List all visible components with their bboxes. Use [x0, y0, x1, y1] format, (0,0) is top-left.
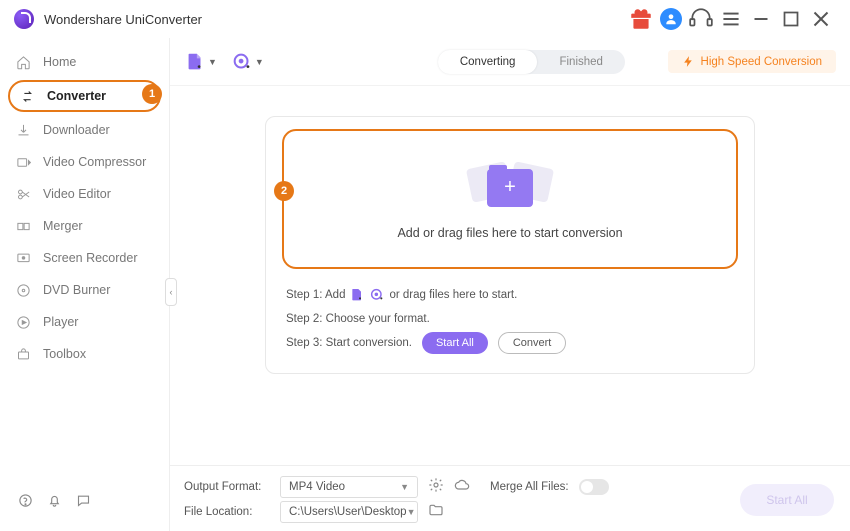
main-panel: ▼ ▼ Converting Finished High Speed Conve… [170, 38, 850, 531]
add-disc-mini-icon [369, 287, 385, 303]
dropzone-text: Add or drag files here to start conversi… [397, 226, 622, 240]
minimize-button[interactable] [748, 6, 774, 32]
sidebar-item-merger[interactable]: Merger [0, 210, 169, 242]
help-icon[interactable] [18, 493, 33, 513]
sidebar-item-label: Downloader [43, 123, 110, 137]
step-2: Step 2: Choose your format. [286, 307, 734, 331]
chevron-down-icon: ▼ [208, 57, 217, 67]
callout-badge-2: 2 [274, 181, 294, 201]
sidebar-item-downloader[interactable]: Downloader [0, 114, 169, 146]
sidebar-item-player[interactable]: Player [0, 306, 169, 338]
sidebar-item-editor[interactable]: Video Editor [0, 178, 169, 210]
start-all-footer-button[interactable]: Start All [740, 484, 834, 516]
support-icon[interactable] [688, 6, 714, 32]
sidebar-item-label: Converter [47, 89, 106, 103]
maximize-button[interactable] [778, 6, 804, 32]
file-location-label: File Location: [184, 506, 270, 518]
output-format-label: Output Format: [184, 481, 270, 493]
feedback-icon[interactable] [76, 493, 91, 513]
sidebar-item-converter[interactable]: Converter 1 [8, 80, 161, 112]
sidebar: Home Converter 1 Downloader Video Compres… [0, 38, 170, 531]
tab-converting[interactable]: Converting [438, 50, 538, 74]
app-title: Wondershare UniConverter [44, 12, 202, 27]
sidebar-item-toolbox[interactable]: Toolbox [0, 338, 169, 370]
footer: Output Format: MP4 Video▼ Merge All File… [170, 465, 850, 531]
open-folder-icon[interactable] [428, 502, 444, 521]
sidebar-item-label: Video Compressor [43, 155, 146, 169]
chevron-down-icon: ▼ [407, 507, 416, 517]
file-location-select[interactable]: C:\Users\User\Desktop▼ [280, 501, 418, 523]
status-tabs: Converting Finished [438, 50, 625, 74]
output-format-select[interactable]: MP4 Video▼ [280, 476, 418, 498]
sidebar-item-label: Merger [43, 219, 83, 233]
sidebar-item-home[interactable]: Home [0, 46, 169, 78]
sidebar-item-label: Player [43, 315, 78, 329]
sidebar-item-label: DVD Burner [43, 283, 110, 297]
sidebar-item-compressor[interactable]: Video Compressor [0, 146, 169, 178]
add-file-button[interactable]: ▼ [184, 51, 217, 73]
callout-badge-1: 1 [142, 84, 162, 104]
app-logo-icon [14, 9, 34, 29]
add-disc-button[interactable]: ▼ [231, 51, 264, 73]
step-3: Step 3: Start conversion. Start All Conv… [286, 331, 734, 355]
menu-icon[interactable] [718, 6, 744, 32]
merge-label: Merge All Files: [490, 481, 569, 493]
sidebar-item-label: Screen Recorder [43, 251, 138, 265]
bell-icon[interactable] [47, 493, 62, 513]
sidebar-item-recorder[interactable]: Screen Recorder [0, 242, 169, 274]
cloud-icon[interactable] [454, 477, 470, 496]
folder-icon: + [465, 159, 555, 214]
hsc-label: High Speed Conversion [701, 56, 822, 68]
dropzone[interactable]: 2 + Add or drag files here to start conv… [282, 129, 738, 269]
sidebar-collapse-button[interactable]: ‹ [165, 278, 177, 306]
chevron-down-icon: ▼ [255, 57, 264, 67]
step-1: Step 1: Add or drag files here to start. [286, 283, 734, 307]
settings-icon[interactable] [428, 477, 444, 496]
drop-card: 2 + Add or drag files here to start conv… [265, 116, 755, 374]
close-button[interactable] [808, 6, 834, 32]
sidebar-item-label: Toolbox [43, 347, 86, 361]
sidebar-item-dvd[interactable]: DVD Burner [0, 274, 169, 306]
gift-icon[interactable] [628, 6, 654, 32]
toolbar: ▼ ▼ Converting Finished High Speed Conve… [170, 38, 850, 86]
start-all-button[interactable]: Start All [422, 332, 488, 354]
high-speed-conversion-button[interactable]: High Speed Conversion [668, 50, 836, 73]
titlebar: Wondershare UniConverter [0, 0, 850, 38]
merge-toggle[interactable] [579, 479, 609, 495]
sidebar-item-label: Home [43, 55, 76, 69]
add-file-mini-icon [349, 287, 365, 303]
tab-finished[interactable]: Finished [537, 50, 624, 74]
chevron-down-icon: ▼ [400, 482, 409, 492]
sidebar-item-label: Video Editor [43, 187, 111, 201]
user-icon[interactable] [658, 6, 684, 32]
convert-button[interactable]: Convert [498, 332, 567, 354]
